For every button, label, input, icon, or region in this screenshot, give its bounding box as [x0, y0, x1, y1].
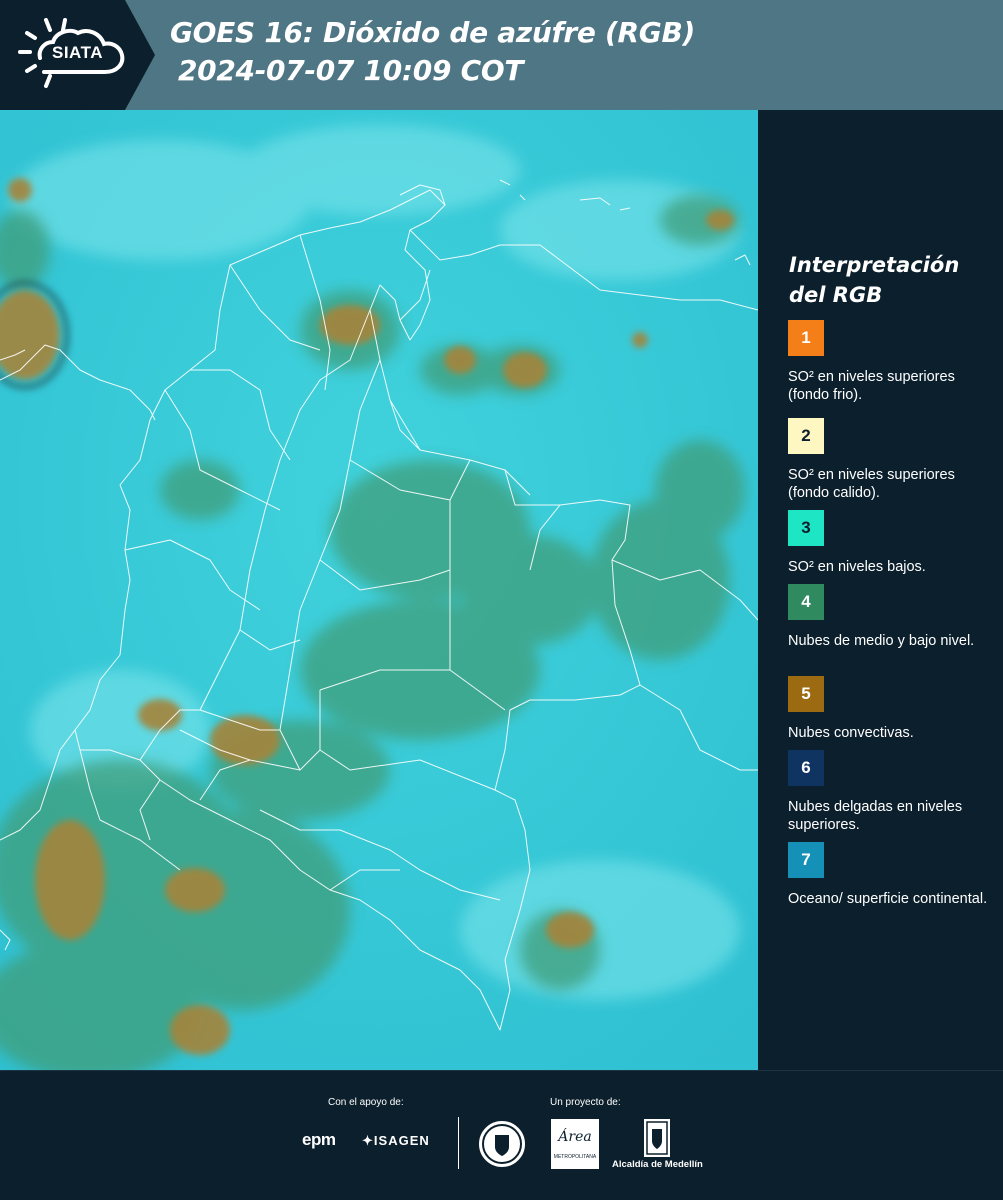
logo-text: SIATA	[52, 43, 103, 62]
project-caption: Un proyecto de:	[550, 1097, 621, 1108]
legend-item-7: 7 Oceano/ superficie continental.	[788, 842, 998, 908]
legend-item-4: 4 Nubes de medio y bajo nivel.	[788, 584, 998, 650]
legend-item-1: 1 SO² en niveles superiores (fondo frio)…	[788, 320, 998, 404]
legend-label-1: SO² en niveles superiores (fondo frio).	[788, 369, 955, 403]
area-metropolitana-logo: Área METROPOLITANA	[551, 1119, 599, 1169]
page-title: GOES 16: Dióxido de azúfre (RGB) 2024-07…	[170, 14, 695, 90]
legend-label-7: Oceano/ superficie continental.	[788, 891, 988, 907]
title-line-1: GOES 16: Dióxido de azúfre (RGB)	[170, 16, 696, 49]
legend-swatch-6: 6	[788, 750, 824, 786]
legend-label-4: Nubes de medio y bajo nivel.	[788, 633, 975, 649]
legend-panel: Interpretación del RGB 1 SO² en niveles …	[760, 110, 1003, 1068]
legend-swatch-4: 4	[788, 584, 824, 620]
legend-title-line-1: Interpretación	[789, 253, 960, 277]
area-subtext: METROPOLITANA	[553, 1154, 597, 1160]
isagen-logo: ✦ISAGEN	[362, 1133, 430, 1149]
legend-label-2: SO² en niveles superiores (fondo calido)…	[788, 467, 955, 501]
footer: Con el apoyo de: Un proyecto de: epm ✦IS…	[0, 1070, 1003, 1200]
medellin-seal-icon	[477, 1119, 527, 1169]
legend-swatch-7: 7	[788, 842, 824, 878]
satellite-imagery	[0, 110, 758, 1070]
legend-title-line-2: del RGB	[789, 283, 883, 307]
isagen-text: ISAGEN	[373, 1133, 430, 1148]
alcaldia-text: Alcaldía de Medellín	[612, 1159, 703, 1170]
isagen-mark-icon: ✦	[362, 1133, 374, 1148]
satellite-map	[0, 110, 758, 1070]
header: SIATA GOES 16: Dióxido de azúfre (RGB) 2…	[0, 0, 1003, 110]
legend-label-5: Nubes convectivas.	[788, 725, 914, 741]
legend-item-6: 6 Nubes delgadas en niveles superiores.	[788, 750, 998, 834]
legend-swatch-1: 1	[788, 320, 824, 356]
legend-swatch-2: 2	[788, 418, 824, 454]
legend-swatch-5: 5	[788, 676, 824, 712]
alcaldia-shield-icon	[644, 1119, 670, 1157]
siata-logo: SIATA	[0, 0, 155, 110]
support-caption: Con el apoyo de:	[328, 1097, 404, 1108]
footer-divider	[458, 1117, 459, 1169]
legend-label-6: Nubes delgadas en niveles superiores.	[788, 799, 963, 833]
area-text: Área	[558, 1129, 592, 1145]
title-line-2: 2024-07-07 10:09 COT	[178, 54, 524, 87]
epm-logo: epm	[302, 1130, 336, 1149]
legend-title: Interpretación del RGB	[789, 250, 959, 310]
legend-item-3: 3 SO² en niveles bajos.	[788, 510, 998, 576]
legend-item-5: 5 Nubes convectivas.	[788, 676, 998, 742]
legend-swatch-3: 3	[788, 510, 824, 546]
legend-item-2: 2 SO² en niveles superiores (fondo calid…	[788, 418, 998, 502]
legend-label-3: SO² en niveles bajos.	[788, 559, 926, 575]
